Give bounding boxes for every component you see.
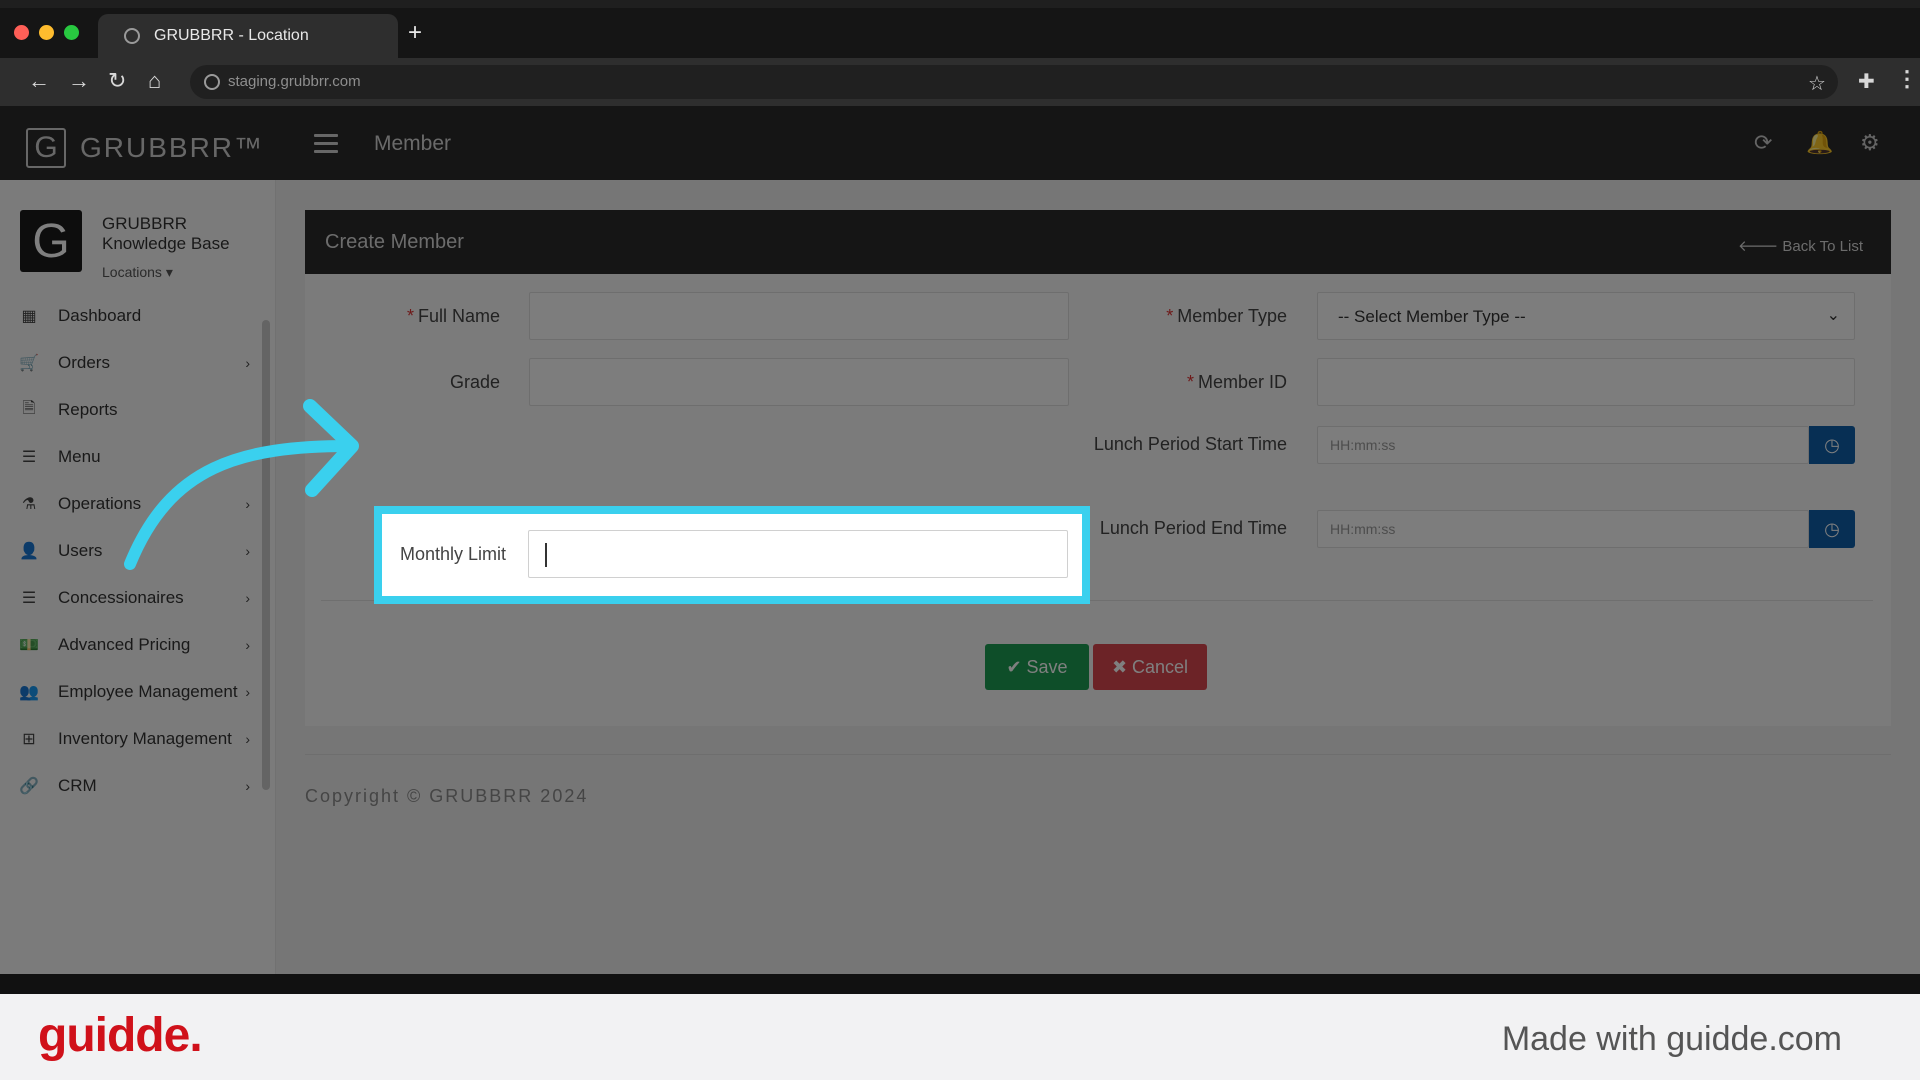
made-with-text: Made with guidde.com — [1501, 1020, 1842, 1058]
globe-icon — [124, 28, 140, 44]
close-window-button[interactable] — [14, 25, 29, 40]
site-info-icon[interactable] — [204, 74, 220, 90]
video-frame-edge — [0, 974, 1920, 994]
tab-strip: GRUBBRR - Location + — [0, 8, 1920, 58]
tab-title: GRUBBRR - Location — [154, 27, 309, 44]
home-icon[interactable]: ⌂ — [148, 68, 161, 94]
browser-tab[interactable]: GRUBBRR - Location — [98, 14, 398, 58]
minimize-window-button[interactable] — [39, 25, 54, 40]
monthly-limit-highlight: Monthly Limit — [374, 506, 1090, 604]
new-tab-button[interactable]: + — [408, 20, 422, 46]
browser-toolbar: ← → ↻ ⌂ staging.grubbrr.com ☆ ✚ ⋮ — [0, 58, 1920, 106]
back-arrow-icon[interactable]: ← — [28, 68, 50, 94]
address-bar[interactable]: staging.grubbrr.com ☆ — [190, 65, 1838, 99]
reload-icon[interactable]: ↻ — [108, 68, 126, 94]
pointer-arrow-icon — [124, 399, 359, 570]
guidde-footer: guidde. Made with guidde.com — [0, 994, 1920, 1080]
guidde-logo: guidde. — [38, 1009, 203, 1062]
maximize-window-button[interactable] — [64, 25, 79, 40]
monthly-limit-input[interactable] — [528, 530, 1068, 578]
app-window: G GRUBBRR™ Member ⟳ 🔔 ⚙ G GRUBBRR Knowle… — [0, 106, 1920, 974]
bookmark-star-icon[interactable]: ☆ — [1808, 71, 1826, 96]
url-text: staging.grubbrr.com — [228, 73, 361, 90]
browser-chrome: GRUBBRR - Location + ← → ↻ ⌂ staging.gru… — [0, 0, 1920, 106]
browser-menu-icon[interactable]: ⋮ — [1896, 66, 1918, 92]
forward-arrow-icon[interactable]: → — [68, 68, 90, 94]
text-caret — [545, 543, 547, 567]
extensions-icon[interactable]: ✚ — [1858, 69, 1875, 94]
